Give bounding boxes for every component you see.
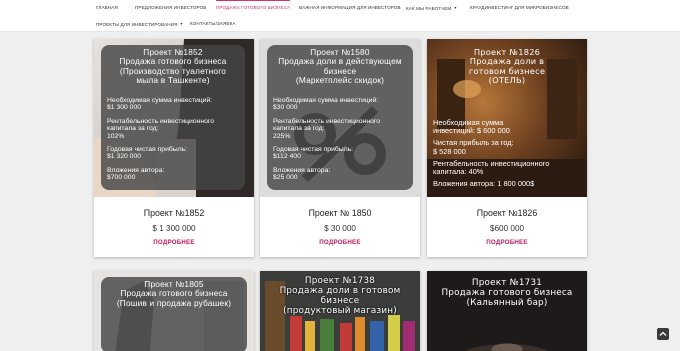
active-indicator (216, 0, 291, 1)
nav-item-investor-offers[interactable]: Предложения инвесторов (135, 5, 206, 10)
project-card[interactable]: Проект №1852 Продажа готового бизнеса (П… (94, 39, 254, 257)
overlay-line: 102% (107, 132, 125, 140)
overlay-title-line: Продажа доли в готовом бизнесе (279, 286, 401, 306)
card-body: Проект №1852 $ 1 300 000 ПОДРОБНЕЕ (94, 197, 254, 257)
project-price: $ 30 000 (324, 224, 356, 233)
overlay-title-line: Продажа готового бизнеса (441, 288, 573, 298)
main-navigation: Главная Предложения инвесторов Продажа г… (0, 0, 680, 32)
overlay-line: $1 320 000 (107, 153, 142, 161)
overlay-line: $1 300 000 (107, 104, 142, 112)
card-body: Проект № 1850 $ 30 000 ПОДРОБНЕЕ (260, 197, 420, 257)
overlay-line: капитала за год: (107, 125, 159, 133)
project-info-overlay: Проект №1852 Продажа готового бизнеса (П… (101, 45, 245, 190)
project-info-text: Проект №1731 Продажа готового бизнеса (К… (427, 278, 587, 308)
more-link[interactable]: ПОДРОБНЕЕ (94, 239, 254, 246)
overlay-title-line: Проект №1738 (304, 276, 376, 286)
nav-item-how-we-work[interactable]: Как мы работаем ▾ (406, 5, 456, 11)
more-link[interactable]: ПОДРОБНЕЕ (260, 239, 420, 246)
chevron-down-icon: ▾ (454, 5, 457, 10)
card-body: Проект №1826 $600 000 ПОДРОБНЕЕ (427, 197, 587, 257)
overlay-title-line: (Пошив и продажа рубашек) (116, 297, 232, 308)
chevron-up-icon (659, 331, 667, 336)
overlay-line: Вложения автора: (273, 166, 331, 174)
project-card[interactable]: Проект №1731 Продажа готового бизнеса (К… (427, 271, 587, 351)
project-image: Проект №1826 Продажа доли в готовом бизн… (427, 39, 587, 197)
project-info-text: Проект №1738 Продажа доли в готовом бизн… (260, 276, 420, 316)
project-info-overlay: Проект №1805 Продажа готового бизнеса (П… (101, 277, 247, 351)
project-image: Проект №1731 Продажа готового бизнеса (К… (427, 271, 587, 351)
overlay-line: Вложения автора: 1 800 000$ (433, 179, 535, 189)
chevron-down-icon: ▾ (180, 21, 183, 26)
project-price: $ 1 300 000 (152, 224, 196, 233)
nav-item-label: Как мы работаем (406, 6, 452, 11)
project-image: Проект №1805 Продажа готового бизнеса (П… (94, 271, 254, 351)
more-link[interactable]: ПОДРОБНЕЕ (427, 239, 587, 246)
overlay-line: $ 528 000 (433, 146, 466, 156)
project-image: Проект №1580 Продажа доли в действующем … (260, 39, 420, 197)
project-title: Проект № 1850 (308, 208, 372, 218)
nav-item-label: Продажа готового бизнеса (216, 5, 291, 10)
project-title: Проект №1826 (476, 208, 538, 218)
nav-item-contacts[interactable]: Контакты/Заявка (190, 21, 236, 26)
project-info-lines: Необходимая сумма инвестиций: $ 600 000 … (433, 118, 587, 189)
overlay-line: $25 000 (273, 174, 298, 182)
project-title: Проект №1852 (143, 208, 205, 218)
overlay-line: Годовая чистая прибыль: (107, 146, 188, 154)
overlay-title-line: (ОТЕЛЬ) (488, 74, 526, 85)
overlay-title-line: (Кальянный бар) (466, 298, 548, 308)
nav-item-crowdinvesting[interactable]: Краудинвестинг для микробизнесов (470, 5, 569, 10)
overlay-line: Необходимая сумма инвестиций: (107, 97, 213, 104)
overlay-line: $112 400 (273, 153, 301, 161)
nav-item-projects[interactable]: Проекты для инвестирования ▾ (96, 21, 183, 27)
overlay-line: $700 000 (107, 174, 136, 182)
scroll-to-top-button[interactable] (657, 328, 669, 340)
nav-item-label: Проекты для инвестирования (96, 22, 178, 27)
overlay-line: Необходимая сумма инвестиций: (273, 97, 379, 104)
project-card[interactable]: Проект №1580 Продажа доли в действующем … (260, 39, 420, 257)
project-image: Проект №1852 Продажа готового бизнеса (П… (94, 39, 254, 197)
overlay-title-line: Проект №1731 (471, 278, 543, 288)
overlay-line: капитала за год: (273, 125, 325, 133)
overlay-line: Рентабельность инвестиционного (273, 117, 380, 125)
project-image: Проект №1738 Продажа доли в готовом бизн… (260, 271, 420, 351)
project-card[interactable]: Проект №1738 Продажа доли в готовом бизн… (260, 271, 420, 351)
overlay-line: инвестиций: $ 600 000 (433, 126, 510, 136)
overlay-title-line: (продуктовый магазин) (283, 306, 397, 316)
nav-item-investor-info[interactable]: Важная информация для инвесторов (299, 5, 401, 10)
overlay-line: Рентабельность инвестиционного (107, 117, 214, 125)
project-card[interactable]: Проект №1805 Продажа готового бизнеса (П… (94, 271, 254, 351)
overlay-title-line: мыла в Ташкенте) (136, 74, 210, 85)
overlay-line: 225% (273, 132, 291, 140)
overlay-line: $30 000 (273, 104, 298, 112)
overlay-line: Вложения автора: (107, 166, 165, 174)
project-card[interactable]: Проект №1826 Продажа доли в готовом бизн… (427, 39, 587, 257)
project-price: $600 000 (489, 224, 525, 233)
nav-item-business-sale[interactable]: Продажа готового бизнеса (216, 0, 291, 10)
project-info-overlay: Проект №1580 Продажа доли в действующем … (267, 45, 413, 190)
project-info-text: Проект №1826 Продажа доли в готовом бизн… (427, 47, 587, 85)
nav-item-home[interactable]: Главная (96, 5, 118, 10)
overlay-line: Годовая чистая прибыль: (273, 146, 354, 154)
overlay-line: капитала: 40% (433, 167, 484, 177)
overlay-title-line: (Маркетплейс скидок) (295, 74, 385, 85)
